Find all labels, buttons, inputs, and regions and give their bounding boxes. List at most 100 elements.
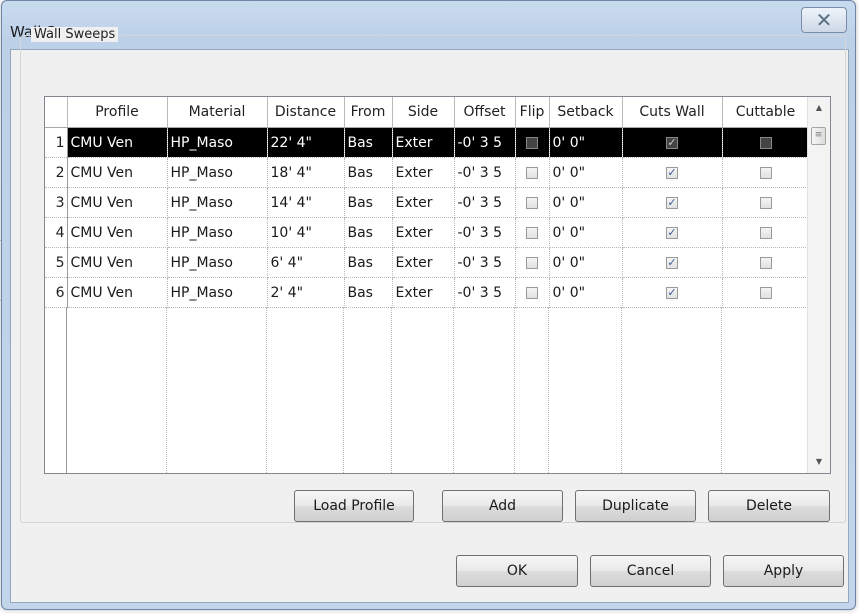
table-row[interactable]: 3 CMU Ven HP_Maso 14' 4" Bas Exter -0' 3 5 0' 0… [45, 187, 810, 218]
load-profile-button[interactable]: Load Profile [294, 490, 414, 522]
checkbox[interactable] [526, 136, 538, 149]
delete-button[interactable]: Delete [708, 490, 830, 522]
checkbox[interactable] [526, 256, 538, 269]
cell-flip-checkbox[interactable] [515, 127, 550, 158]
cell-offset[interactable]: -0' 3 5 [454, 247, 516, 278]
cell-material[interactable]: HP_Maso [167, 217, 268, 248]
cell-offset[interactable]: -0' 3 5 [454, 127, 516, 158]
column-header-distance[interactable]: Distance [267, 97, 345, 128]
cell-cuts-wall-checkbox[interactable]: ✓ [622, 127, 723, 158]
cell-setback[interactable]: 0' 0" [549, 277, 623, 308]
cell-cuts-wall-checkbox[interactable]: ✓ [622, 277, 723, 308]
table-row[interactable]: 5 CMU Ven HP_Maso 6' 4" Bas Exter -0' 3 5 0' 0"… [45, 247, 810, 278]
checkbox[interactable]: ✓ [666, 196, 678, 209]
table-row[interactable]: 6 CMU Ven HP_Maso 2' 4" Bas Exter -0' 3 5 0' 0"… [45, 277, 810, 308]
checkbox[interactable] [759, 286, 772, 299]
checkbox[interactable] [759, 226, 772, 239]
checkbox[interactable] [526, 286, 538, 299]
column-header-flip[interactable]: Flip [515, 97, 550, 128]
cell-material[interactable]: HP_Maso [167, 247, 268, 278]
cell-cuttable-checkbox[interactable] [722, 217, 810, 248]
cell-from[interactable]: Bas [344, 247, 393, 278]
add-button[interactable]: Add [442, 490, 563, 522]
checkbox[interactable]: ✓ [666, 256, 678, 269]
cell-cuts-wall-checkbox[interactable]: ✓ [622, 247, 723, 278]
cell-side[interactable]: Exter [392, 217, 455, 248]
checkbox[interactable] [759, 136, 772, 149]
cell-cuttable-checkbox[interactable] [722, 157, 810, 188]
cell-setback[interactable]: 0' 0" [549, 217, 623, 248]
cell-from[interactable]: Bas [344, 187, 393, 218]
scroll-up-icon[interactable]: ▲ [808, 99, 830, 117]
column-header-cuts-wall[interactable]: Cuts Wall [622, 97, 723, 128]
cell-flip-checkbox[interactable] [515, 217, 550, 248]
cell-flip-checkbox[interactable] [515, 187, 550, 218]
cell-profile[interactable]: CMU Ven [67, 157, 168, 188]
column-header-offset[interactable]: Offset [454, 97, 516, 128]
cell-setback[interactable]: 0' 0" [549, 247, 623, 278]
row-number[interactable]: 2 [45, 157, 68, 188]
row-number[interactable]: 3 [45, 187, 68, 218]
cell-distance[interactable]: 2' 4" [267, 277, 345, 308]
cell-cuts-wall-checkbox[interactable]: ✓ [622, 157, 723, 188]
scroll-thumb[interactable]: ≡ [811, 127, 826, 145]
cell-distance[interactable]: 6' 4" [267, 247, 345, 278]
cell-flip-checkbox[interactable] [515, 247, 550, 278]
cell-from[interactable]: Bas [344, 127, 393, 158]
row-number[interactable]: 4 [45, 217, 68, 248]
cell-material[interactable]: HP_Maso [167, 277, 268, 308]
cell-profile[interactable]: CMU Ven [67, 277, 168, 308]
checkbox[interactable]: ✓ [666, 226, 678, 239]
cell-cuttable-checkbox[interactable] [722, 127, 810, 158]
cell-side[interactable]: Exter [392, 157, 455, 188]
cell-cuttable-checkbox[interactable] [722, 277, 810, 308]
checkbox[interactable] [526, 226, 538, 239]
table-row[interactable]: 4 CMU Ven HP_Maso 10' 4" Bas Exter -0' 3 5 0' 0… [45, 217, 810, 248]
cell-side[interactable]: Exter [392, 277, 455, 308]
cell-side[interactable]: Exter [392, 247, 455, 278]
cell-material[interactable]: HP_Maso [167, 127, 268, 158]
duplicate-button[interactable]: Duplicate [575, 490, 696, 522]
cell-setback[interactable]: 0' 0" [549, 187, 623, 218]
cancel-button[interactable]: Cancel [590, 555, 711, 587]
close-button[interactable]: ✕ [801, 7, 847, 33]
checkbox[interactable] [759, 196, 772, 209]
cell-cuts-wall-checkbox[interactable]: ✓ [622, 187, 723, 218]
column-header-setback[interactable]: Setback [549, 97, 623, 128]
grid-empty-area[interactable] [45, 307, 809, 473]
cell-from[interactable]: Bas [344, 157, 393, 188]
scroll-down-icon[interactable]: ▼ [808, 453, 830, 471]
checkbox[interactable] [759, 166, 772, 179]
column-header-material[interactable]: Material [167, 97, 268, 128]
row-number[interactable]: 5 [45, 247, 68, 278]
column-header-side[interactable]: Side [392, 97, 455, 128]
cell-setback[interactable]: 0' 0" [549, 157, 623, 188]
cell-material[interactable]: HP_Maso [167, 157, 268, 188]
cell-distance[interactable]: 10' 4" [267, 217, 345, 248]
cell-profile[interactable]: CMU Ven [67, 187, 168, 218]
cell-offset[interactable]: -0' 3 5 [454, 187, 516, 218]
table-row[interactable]: 1 CMU Ven HP_Maso 22' 4" Bas Exter -0' 3 5 0' 0… [45, 127, 810, 158]
cell-flip-checkbox[interactable] [515, 277, 550, 308]
checkbox[interactable]: ✓ [666, 136, 678, 149]
checkbox[interactable] [526, 166, 538, 179]
cell-cuts-wall-checkbox[interactable]: ✓ [622, 217, 723, 248]
table-row[interactable]: 2 CMU Ven HP_Maso 18' 4" Bas Exter -0' 3 5 0' 0… [45, 157, 810, 188]
cell-offset[interactable]: -0' 3 5 [454, 277, 516, 308]
row-number[interactable]: 6 [45, 277, 68, 308]
row-number[interactable]: 1 [45, 127, 68, 158]
cell-flip-checkbox[interactable] [515, 157, 550, 188]
cell-distance[interactable]: 14' 4" [267, 187, 345, 218]
checkbox[interactable] [526, 196, 538, 209]
checkbox[interactable] [759, 256, 772, 269]
apply-button[interactable]: Apply [723, 555, 844, 587]
cell-side[interactable]: Exter [392, 187, 455, 218]
cell-offset[interactable]: -0' 3 5 [454, 157, 516, 188]
cell-profile[interactable]: CMU Ven [67, 127, 168, 158]
cell-offset[interactable]: -0' 3 5 [454, 217, 516, 248]
vertical-scrollbar[interactable]: ▲ ≡ ▼ [807, 97, 830, 473]
cell-from[interactable]: Bas [344, 217, 393, 248]
cell-cuttable-checkbox[interactable] [722, 247, 810, 278]
cell-setback[interactable]: 0' 0" [549, 127, 623, 158]
cell-distance[interactable]: 18' 4" [267, 157, 345, 188]
